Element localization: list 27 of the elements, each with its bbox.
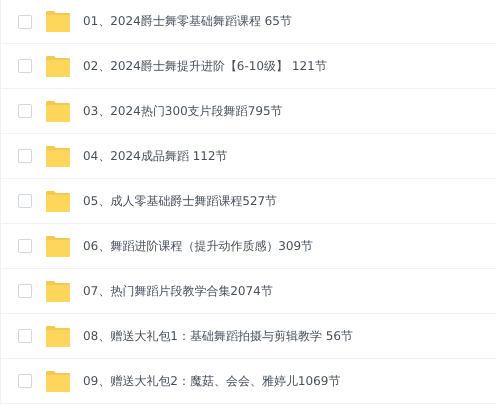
folder-name[interactable]: 08、赠送大礼包1：基础舞蹈拍摄与剪辑教学 56节 — [83, 328, 353, 344]
checkbox[interactable] — [18, 59, 32, 73]
folder-icon — [45, 280, 71, 302]
folder-name[interactable]: 06、舞蹈进阶课程（提升动作质感）309节 — [83, 238, 314, 254]
checkbox[interactable] — [18, 329, 32, 343]
folder-name[interactable]: 03、2024热门300支片段舞蹈795节 — [83, 102, 283, 120]
folder-name[interactable]: 05、成人零基础爵士舞蹈课程527节 — [83, 192, 278, 210]
folder-icon — [45, 146, 71, 166]
folder-icon — [45, 190, 71, 212]
folder-icon — [45, 370, 71, 392]
folder-icon — [45, 100, 71, 122]
folder-name[interactable]: 02、2024爵士舞提升进阶【6-10级】 121节 — [83, 58, 327, 74]
folder-name[interactable]: 09、赠送大礼包2：魔菇、会会、雅婷儿1069节 — [83, 372, 340, 390]
checkbox[interactable] — [18, 149, 32, 163]
checkbox[interactable] — [18, 14, 32, 28]
folder-icon — [45, 326, 71, 346]
folder-name[interactable]: 04、2024成品舞蹈 112节 — [83, 148, 228, 164]
folder-icon — [45, 236, 71, 256]
folder-icon — [45, 56, 71, 76]
checkbox[interactable] — [18, 284, 32, 298]
folder-icon — [45, 11, 71, 32]
checkbox[interactable] — [18, 374, 32, 388]
checkbox[interactable] — [18, 194, 32, 208]
folder-name[interactable]: 07、热门舞蹈片段教学合集2074节 — [83, 282, 273, 300]
folder-name[interactable]: 01、2024爵士舞零基础舞蹈课程 65节 — [83, 13, 292, 30]
checkbox[interactable] — [18, 104, 32, 118]
checkbox[interactable] — [18, 239, 32, 253]
